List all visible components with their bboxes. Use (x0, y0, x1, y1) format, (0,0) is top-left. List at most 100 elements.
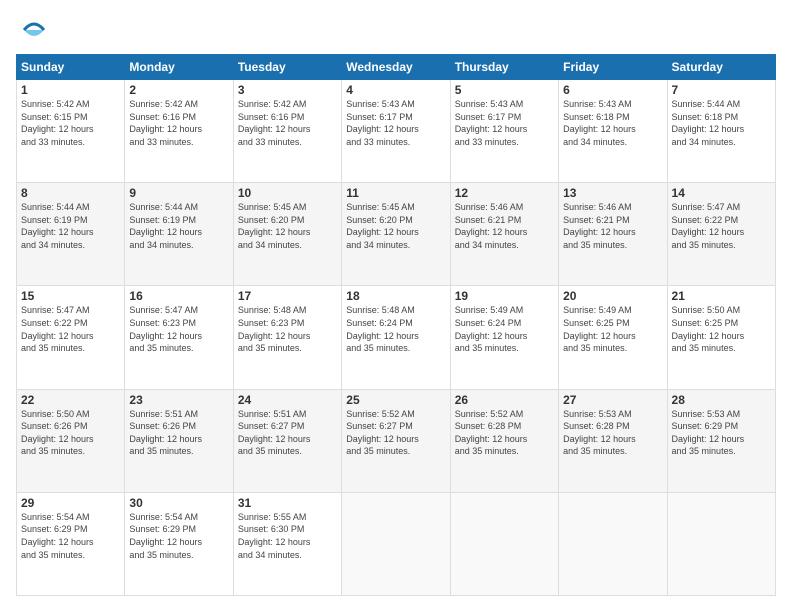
calendar-body: 1Sunrise: 5:42 AMSunset: 6:15 PMDaylight… (17, 80, 776, 596)
calendar-cell (342, 492, 450, 595)
calendar-cell: 10Sunrise: 5:45 AMSunset: 6:20 PMDayligh… (233, 183, 341, 286)
header (16, 16, 776, 44)
day-number: 14 (672, 186, 771, 200)
cell-info: Sunrise: 5:54 AMSunset: 6:29 PMDaylight:… (129, 511, 228, 561)
calendar-cell: 11Sunrise: 5:45 AMSunset: 6:20 PMDayligh… (342, 183, 450, 286)
day-number: 4 (346, 83, 445, 97)
calendar-cell: 16Sunrise: 5:47 AMSunset: 6:23 PMDayligh… (125, 286, 233, 389)
logo-icon (20, 16, 48, 44)
calendar-cell: 14Sunrise: 5:47 AMSunset: 6:22 PMDayligh… (667, 183, 775, 286)
calendar-cell: 31Sunrise: 5:55 AMSunset: 6:30 PMDayligh… (233, 492, 341, 595)
cell-info: Sunrise: 5:46 AMSunset: 6:21 PMDaylight:… (455, 201, 554, 251)
logo (16, 16, 48, 44)
calendar-cell: 3Sunrise: 5:42 AMSunset: 6:16 PMDaylight… (233, 80, 341, 183)
day-number: 23 (129, 393, 228, 407)
calendar-week-row: 22Sunrise: 5:50 AMSunset: 6:26 PMDayligh… (17, 389, 776, 492)
day-number: 9 (129, 186, 228, 200)
cell-info: Sunrise: 5:53 AMSunset: 6:28 PMDaylight:… (563, 408, 662, 458)
cell-info: Sunrise: 5:45 AMSunset: 6:20 PMDaylight:… (238, 201, 337, 251)
cell-info: Sunrise: 5:43 AMSunset: 6:17 PMDaylight:… (455, 98, 554, 148)
calendar-cell: 21Sunrise: 5:50 AMSunset: 6:25 PMDayligh… (667, 286, 775, 389)
day-number: 8 (21, 186, 120, 200)
calendar-cell (559, 492, 667, 595)
weekday-header: Saturday (667, 55, 775, 80)
cell-info: Sunrise: 5:51 AMSunset: 6:27 PMDaylight:… (238, 408, 337, 458)
calendar-cell: 27Sunrise: 5:53 AMSunset: 6:28 PMDayligh… (559, 389, 667, 492)
calendar-header-row: SundayMondayTuesdayWednesdayThursdayFrid… (17, 55, 776, 80)
calendar-cell: 30Sunrise: 5:54 AMSunset: 6:29 PMDayligh… (125, 492, 233, 595)
day-number: 12 (455, 186, 554, 200)
day-number: 26 (455, 393, 554, 407)
day-number: 28 (672, 393, 771, 407)
calendar-cell: 24Sunrise: 5:51 AMSunset: 6:27 PMDayligh… (233, 389, 341, 492)
calendar-cell: 2Sunrise: 5:42 AMSunset: 6:16 PMDaylight… (125, 80, 233, 183)
day-number: 6 (563, 83, 662, 97)
cell-info: Sunrise: 5:43 AMSunset: 6:17 PMDaylight:… (346, 98, 445, 148)
cell-info: Sunrise: 5:50 AMSunset: 6:26 PMDaylight:… (21, 408, 120, 458)
weekday-header: Monday (125, 55, 233, 80)
calendar-cell: 17Sunrise: 5:48 AMSunset: 6:23 PMDayligh… (233, 286, 341, 389)
cell-info: Sunrise: 5:42 AMSunset: 6:16 PMDaylight:… (238, 98, 337, 148)
day-number: 13 (563, 186, 662, 200)
calendar-cell: 18Sunrise: 5:48 AMSunset: 6:24 PMDayligh… (342, 286, 450, 389)
calendar-week-row: 15Sunrise: 5:47 AMSunset: 6:22 PMDayligh… (17, 286, 776, 389)
weekday-header: Wednesday (342, 55, 450, 80)
day-number: 21 (672, 289, 771, 303)
cell-info: Sunrise: 5:54 AMSunset: 6:29 PMDaylight:… (21, 511, 120, 561)
day-number: 30 (129, 496, 228, 510)
calendar-cell: 28Sunrise: 5:53 AMSunset: 6:29 PMDayligh… (667, 389, 775, 492)
calendar-cell (450, 492, 558, 595)
day-number: 25 (346, 393, 445, 407)
calendar-table: SundayMondayTuesdayWednesdayThursdayFrid… (16, 54, 776, 596)
day-number: 7 (672, 83, 771, 97)
calendar-week-row: 1Sunrise: 5:42 AMSunset: 6:15 PMDaylight… (17, 80, 776, 183)
day-number: 11 (346, 186, 445, 200)
calendar-cell (667, 492, 775, 595)
calendar-cell: 23Sunrise: 5:51 AMSunset: 6:26 PMDayligh… (125, 389, 233, 492)
cell-info: Sunrise: 5:49 AMSunset: 6:25 PMDaylight:… (563, 304, 662, 354)
calendar-cell: 5Sunrise: 5:43 AMSunset: 6:17 PMDaylight… (450, 80, 558, 183)
cell-info: Sunrise: 5:42 AMSunset: 6:15 PMDaylight:… (21, 98, 120, 148)
day-number: 17 (238, 289, 337, 303)
weekday-header: Thursday (450, 55, 558, 80)
day-number: 24 (238, 393, 337, 407)
cell-info: Sunrise: 5:44 AMSunset: 6:19 PMDaylight:… (21, 201, 120, 251)
cell-info: Sunrise: 5:44 AMSunset: 6:19 PMDaylight:… (129, 201, 228, 251)
calendar-cell: 26Sunrise: 5:52 AMSunset: 6:28 PMDayligh… (450, 389, 558, 492)
cell-info: Sunrise: 5:48 AMSunset: 6:23 PMDaylight:… (238, 304, 337, 354)
weekday-header: Sunday (17, 55, 125, 80)
day-number: 5 (455, 83, 554, 97)
day-number: 15 (21, 289, 120, 303)
day-number: 16 (129, 289, 228, 303)
cell-info: Sunrise: 5:44 AMSunset: 6:18 PMDaylight:… (672, 98, 771, 148)
day-number: 2 (129, 83, 228, 97)
cell-info: Sunrise: 5:52 AMSunset: 6:28 PMDaylight:… (455, 408, 554, 458)
calendar-cell: 13Sunrise: 5:46 AMSunset: 6:21 PMDayligh… (559, 183, 667, 286)
calendar-cell: 7Sunrise: 5:44 AMSunset: 6:18 PMDaylight… (667, 80, 775, 183)
day-number: 18 (346, 289, 445, 303)
cell-info: Sunrise: 5:53 AMSunset: 6:29 PMDaylight:… (672, 408, 771, 458)
calendar-cell: 20Sunrise: 5:49 AMSunset: 6:25 PMDayligh… (559, 286, 667, 389)
day-number: 3 (238, 83, 337, 97)
cell-info: Sunrise: 5:47 AMSunset: 6:22 PMDaylight:… (21, 304, 120, 354)
calendar-cell: 29Sunrise: 5:54 AMSunset: 6:29 PMDayligh… (17, 492, 125, 595)
weekday-header: Tuesday (233, 55, 341, 80)
day-number: 27 (563, 393, 662, 407)
cell-info: Sunrise: 5:45 AMSunset: 6:20 PMDaylight:… (346, 201, 445, 251)
cell-info: Sunrise: 5:51 AMSunset: 6:26 PMDaylight:… (129, 408, 228, 458)
calendar-cell: 25Sunrise: 5:52 AMSunset: 6:27 PMDayligh… (342, 389, 450, 492)
day-number: 31 (238, 496, 337, 510)
calendar-cell: 19Sunrise: 5:49 AMSunset: 6:24 PMDayligh… (450, 286, 558, 389)
weekday-header: Friday (559, 55, 667, 80)
calendar-cell: 15Sunrise: 5:47 AMSunset: 6:22 PMDayligh… (17, 286, 125, 389)
cell-info: Sunrise: 5:55 AMSunset: 6:30 PMDaylight:… (238, 511, 337, 561)
calendar-cell: 12Sunrise: 5:46 AMSunset: 6:21 PMDayligh… (450, 183, 558, 286)
cell-info: Sunrise: 5:47 AMSunset: 6:22 PMDaylight:… (672, 201, 771, 251)
calendar-cell: 22Sunrise: 5:50 AMSunset: 6:26 PMDayligh… (17, 389, 125, 492)
day-number: 19 (455, 289, 554, 303)
page: SundayMondayTuesdayWednesdayThursdayFrid… (0, 0, 792, 612)
cell-info: Sunrise: 5:46 AMSunset: 6:21 PMDaylight:… (563, 201, 662, 251)
calendar-cell: 8Sunrise: 5:44 AMSunset: 6:19 PMDaylight… (17, 183, 125, 286)
cell-info: Sunrise: 5:43 AMSunset: 6:18 PMDaylight:… (563, 98, 662, 148)
day-number: 29 (21, 496, 120, 510)
